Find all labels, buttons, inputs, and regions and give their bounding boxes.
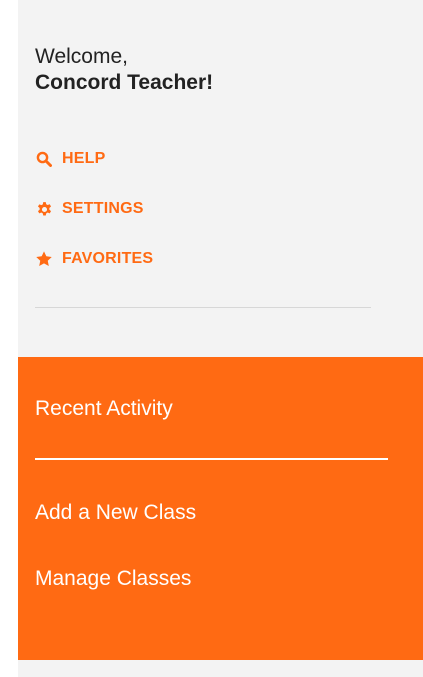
help-link[interactable]: HELP (35, 146, 375, 172)
help-label: HELP (62, 150, 106, 167)
section-divider (35, 307, 371, 308)
manage-classes-link[interactable]: Manage Classes (35, 566, 191, 592)
welcome-greeting: Welcome, (35, 45, 128, 68)
welcome-block: Welcome, Concord Teacher! (35, 44, 213, 96)
settings-label: SETTINGS (62, 200, 144, 217)
star-icon (35, 250, 53, 268)
gear-icon (35, 200, 53, 218)
add-new-class-link[interactable]: Add a New Class (35, 500, 196, 526)
welcome-user-name: Concord Teacher! (35, 71, 214, 94)
favorites-link[interactable]: FAVORITES (35, 246, 375, 272)
quick-links: HELP SETTINGS FAVORITES (35, 146, 375, 296)
favorites-label: FAVORITES (62, 250, 154, 267)
settings-link[interactable]: SETTINGS (35, 196, 375, 222)
recent-activity-link[interactable]: Recent Activity (35, 396, 173, 422)
search-icon (35, 150, 53, 168)
panel-divider (35, 458, 388, 460)
